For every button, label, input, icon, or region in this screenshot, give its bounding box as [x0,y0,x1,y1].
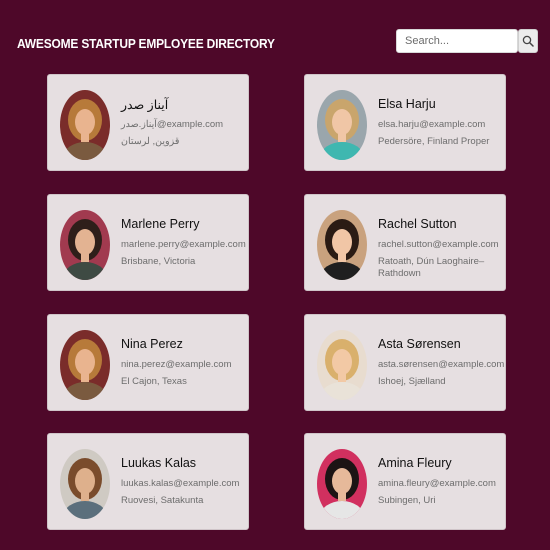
employee-card[interactable]: آیناز صدر آیناز.صدر@example.com قزوین, لرس… [47,74,249,171]
employee-name: Luukas Kalas [121,456,197,470]
employee-name: Amina Fleury [378,456,452,470]
employee-location: Pedersöre, Finland Proper [378,136,490,147]
employee-card[interactable]: Elsa Harju elsa.harju@example.com Pedersör… [304,74,506,171]
employee-card[interactable]: Asta Sørensen asta.sørensen@example.com Is… [304,314,506,411]
avatar [60,330,110,400]
avatar [60,90,110,160]
employee-card[interactable]: Marlene Perry marlene.perry@example.com Br… [47,194,249,291]
employee-card[interactable]: Luukas Kalas luukas.kalas@example.com Ruov… [47,433,249,530]
header: AWESOME STARTUP EMPLOYEE DIRECTORY [0,0,550,70]
employee-location: قزوین, لرستان [121,136,180,147]
employee-email: elsa.harju@example.com [378,119,486,130]
employee-name: Nina Perez [121,337,183,351]
avatar [317,210,367,280]
employee-name: Marlene Perry [121,217,200,231]
employee-location: Subingen, Uri [378,495,436,506]
avatar [60,449,110,519]
employee-name: Rachel Sutton [378,217,457,231]
employee-email: asta.sørensen@example.com [378,359,505,370]
employee-email: marlene.perry@example.com [121,239,246,250]
search-input[interactable] [396,29,518,53]
employee-location: Ishoej, Sjælland [378,376,446,387]
avatar [60,210,110,280]
employee-name: آیناز صدر [121,98,169,112]
page-title: AWESOME STARTUP EMPLOYEE DIRECTORY [17,36,275,51]
employee-card[interactable]: Nina Perez nina.perez@example.com El Cajon… [47,314,249,411]
employee-email: nina.perez@example.com [121,359,232,370]
employee-card[interactable]: Amina Fleury amina.fleury@example.com Subi… [304,433,506,530]
employee-email: luukas.kalas@example.com [121,478,240,489]
employee-location: Ruovesi, Satakunta [121,495,204,506]
avatar [317,330,367,400]
employee-email: amina.fleury@example.com [378,478,496,489]
employee-location: Ratoath, Dún Laoghaire–Rathdown [378,256,485,279]
employee-directory-page: AWESOME STARTUP EMPLOYEE DIRECTORY آیناز… [0,0,550,550]
search-button[interactable] [518,29,538,53]
avatar [317,449,367,519]
employee-name: Elsa Harju [378,97,436,111]
search-form [396,29,538,53]
employee-email: rachel.sutton@example.com [378,239,499,250]
search-icon [522,35,534,47]
employee-location: Brisbane, Victoria [121,256,196,267]
employee-location: El Cajon, Texas [121,376,187,387]
employee-card[interactable]: Rachel Sutton rachel.sutton@example.com Ra… [304,194,506,291]
employee-name: Asta Sørensen [378,337,461,351]
employee-email: آیناز.صدر@example.com [121,119,224,130]
avatar [317,90,367,160]
